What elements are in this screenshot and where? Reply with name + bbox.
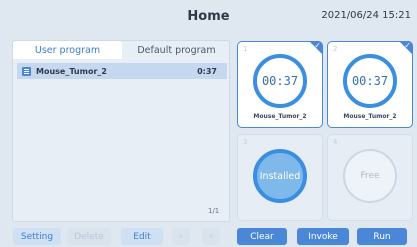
slot-program-label: Mouse_Tumor_2 (343, 113, 397, 120)
slot-number: 2 (333, 45, 338, 53)
setting-button[interactable]: Setting (13, 228, 61, 245)
edit-button[interactable]: Edit (121, 228, 163, 245)
chevron-right-icon[interactable]: › (202, 228, 220, 245)
timer-ring: 00:37 (253, 54, 307, 108)
program-file-icon (22, 66, 31, 76)
slot-2[interactable]: 2 ✓ 00:37 Mouse_Tumor_2 (327, 41, 413, 128)
delete-button[interactable]: Delete (67, 228, 111, 245)
slot-number: 4 (333, 138, 338, 146)
free-ring: Free (343, 149, 397, 203)
check-icon: ✓ (314, 41, 321, 50)
slot-4[interactable]: 4 Free (327, 134, 413, 221)
timer-ring: 00:37 (343, 54, 397, 108)
tab-user-program[interactable]: User program (13, 41, 122, 59)
slot-3[interactable]: 3 Installed (237, 134, 323, 221)
slot-number: 1 (243, 45, 248, 53)
check-icon: ✓ (404, 41, 411, 50)
page-indicator: 1/1 (208, 207, 220, 215)
datetime: 2021/06/24 15:21 (321, 10, 411, 21)
program-row[interactable]: Mouse_Tumor_2 0:37 (17, 63, 227, 79)
program-duration: 0:37 (197, 66, 217, 76)
program-name: Mouse_Tumor_2 (36, 66, 107, 76)
tab-default-program[interactable]: Default program (122, 41, 231, 59)
slot-program-label: Mouse_Tumor_2 (253, 113, 307, 120)
installed-ring: Installed (253, 149, 307, 203)
clear-button[interactable]: Clear (237, 228, 287, 245)
chevron-left-icon[interactable]: ‹ (172, 228, 190, 245)
invoke-button[interactable]: Invoke (297, 228, 349, 245)
slot-1[interactable]: 1 ✓ 00:37 Mouse_Tumor_2 (237, 41, 323, 128)
program-panel: User program Default program Mouse_Tumor… (12, 40, 230, 222)
run-button[interactable]: Run (357, 228, 407, 245)
slot-number: 3 (243, 138, 248, 146)
